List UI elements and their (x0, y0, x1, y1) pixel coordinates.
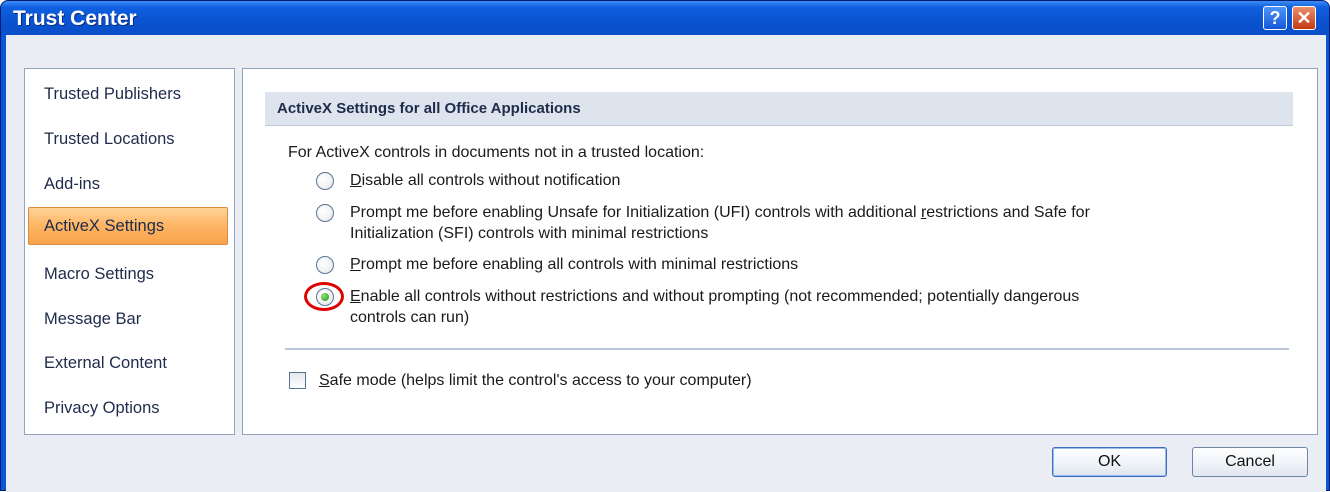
option-label-enable-all[interactable]: Enable all controls without restrictions… (350, 286, 1079, 307)
title-bar[interactable]: Trust Center ? ✕ (1, 1, 1329, 35)
sidebar-item-external-content[interactable]: External Content (28, 345, 228, 381)
option-label-disable-all[interactable]: Disable all controls without notificatio… (350, 170, 620, 191)
close-button[interactable]: ✕ (1292, 6, 1316, 30)
window-title: Trust Center (13, 7, 137, 30)
option-label-enable-all-line2[interactable]: controls can run) (350, 307, 469, 328)
trust-center-dialog: Trust Center ? ✕ Trusted Publishers Trus… (0, 0, 1330, 492)
section-divider (285, 348, 1289, 350)
safe-mode-checkbox[interactable] (289, 372, 306, 389)
highlight-ring (304, 282, 344, 311)
sidebar-item-activex-settings[interactable]: ActiveX Settings (28, 207, 228, 245)
sidebar-item-macro-settings[interactable]: Macro Settings (28, 256, 228, 292)
ok-button[interactable]: OK (1052, 447, 1167, 477)
sidebar-item-message-bar[interactable]: Message Bar (28, 301, 228, 337)
option-label-prompt-ufi[interactable]: Prompt me before enabling Unsafe for Ini… (350, 202, 1090, 223)
section-title: ActiveX Settings for all Office Applicat… (265, 92, 1293, 126)
option-label-prompt-all[interactable]: Prompt me before enabling all controls w… (350, 254, 798, 275)
cancel-button[interactable]: Cancel (1192, 447, 1308, 477)
radio-prompt-ufi[interactable] (316, 204, 334, 222)
help-button[interactable]: ? (1263, 6, 1287, 30)
option-label-prompt-ufi-line2[interactable]: Initialization (SFI) controls with minim… (350, 223, 708, 244)
sidebar-item-add-ins[interactable]: Add-ins (28, 166, 228, 202)
sidebar-item-trusted-locations[interactable]: Trusted Locations (28, 121, 228, 157)
category-sidebar: Trusted Publishers Trusted Locations Add… (24, 68, 235, 435)
intro-text: For ActiveX controls in documents not in… (288, 144, 705, 161)
radio-prompt-all[interactable] (316, 256, 334, 274)
safe-mode-label[interactable]: Safe mode (helps limit the control's acc… (319, 370, 752, 391)
radio-disable-all[interactable] (316, 172, 334, 190)
sidebar-item-privacy-options[interactable]: Privacy Options (28, 390, 228, 426)
sidebar-item-trusted-publishers[interactable]: Trusted Publishers (28, 76, 228, 112)
